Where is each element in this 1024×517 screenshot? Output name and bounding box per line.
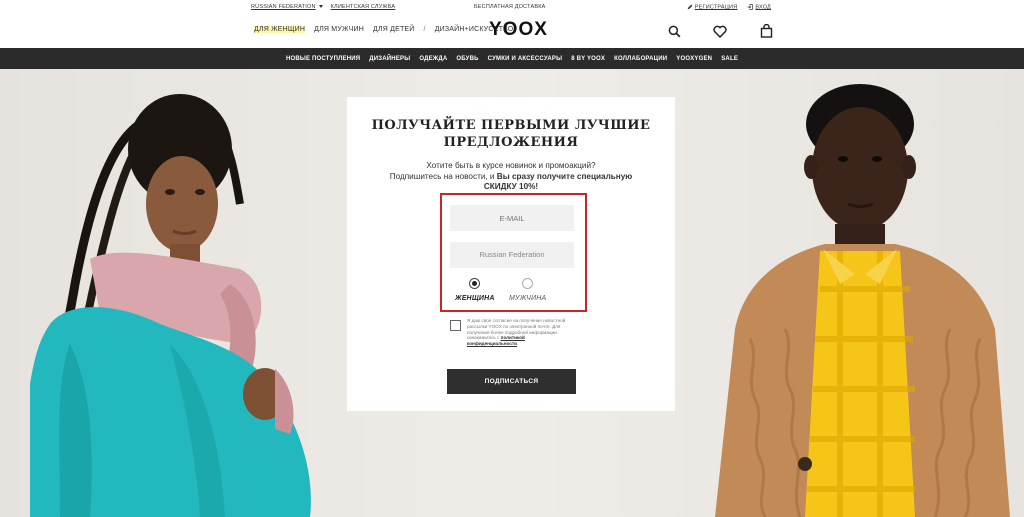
customer-service-link[interactable]: КЛИЕНТСКАЯ СЛУЖБА	[331, 4, 396, 10]
discount-text: СКИДКУ 10%!	[483, 182, 539, 191]
email-input[interactable]	[450, 205, 574, 231]
register-link[interactable]: РЕГИСТРАЦИЯ	[687, 4, 738, 10]
newsletter-subtitle: Хотите быть в курсе новинок и промоакций…	[347, 161, 675, 193]
newsletter-subtitle-line-2: Подпишитесь на новости, и Вы сразу получ…	[347, 172, 675, 183]
gender-nav: ДЛЯ ЖЕНЩИН ДЛЯ МУЖЧИН ДЛЯ ДЕТЕЙ / ДИЗАЙН…	[254, 26, 513, 33]
subscribe-button[interactable]: ПОДПИСАТЬСЯ	[447, 369, 576, 394]
model-woman-image	[30, 94, 311, 517]
consent-checkbox[interactable]	[450, 320, 461, 331]
pencil-icon	[687, 4, 693, 10]
gender-nav-women[interactable]: ДЛЯ ЖЕНЩИН	[254, 26, 306, 33]
newsletter-subtitle-line-1: Хотите быть в курсе новинок и промоакций…	[426, 161, 596, 170]
gender-women-label: ЖЕНЩИНА	[455, 295, 495, 302]
utility-left: RUSSIAN FEDERATION КЛИЕНТСКАЯ СЛУЖБА	[251, 4, 395, 10]
newsletter-subtitle-bold: Вы сразу получите специальную	[496, 171, 633, 181]
gender-men-label: МУЖЧИНА	[509, 295, 547, 302]
category-bags-accessories[interactable]: СУМКИ И АКСЕССУАРЫ	[488, 56, 563, 62]
radio-unchecked-icon[interactable]	[522, 278, 534, 289]
register-label: РЕГИСТРАЦИЯ	[694, 4, 738, 11]
login-link[interactable]: ВХОД	[747, 4, 771, 10]
radio-dot	[472, 281, 478, 286]
shopping-bag-icon[interactable]	[759, 24, 773, 38]
gender-nav-men[interactable]: ДЛЯ МУЖЧИН	[314, 26, 364, 33]
main-header: ДЛЯ ЖЕНЩИН ДЛЯ МУЖЧИН ДЛЯ ДЕТЕЙ / ДИЗАЙН…	[0, 14, 1024, 48]
chevron-down-icon	[318, 5, 323, 9]
radio-checked-icon[interactable]	[469, 278, 481, 289]
login-label: ВХОД	[755, 4, 771, 11]
login-icon	[747, 4, 754, 10]
country-selector-label: RUSSIAN FEDERATION	[251, 4, 316, 10]
search-icon[interactable]	[667, 24, 681, 38]
consent-text-end: .	[517, 341, 519, 347]
header-icons	[667, 24, 773, 38]
heart-icon[interactable]	[713, 24, 727, 38]
category-yooxygen[interactable]: YOOXYGEN	[676, 56, 712, 62]
gender-radio-men[interactable]: МУЖЧИНА	[509, 278, 546, 302]
category-nav: НОВЫЕ ПОСТУПЛЕНИЯ ДИЗАЙНЕРЫ ОДЕЖДА ОБУВЬ…	[0, 48, 1024, 69]
category-collaborations[interactable]: КОЛЛАБОРАЦИИ	[614, 56, 667, 62]
category-new-arrivals[interactable]: НОВЫЕ ПОСТУПЛЕНИЯ	[286, 56, 360, 62]
nav-separator: /	[423, 26, 426, 33]
newsletter-title-line-1: ПОЛУЧАЙТЕ ПЕРВЫМИ ЛУЧШИЕ	[371, 118, 651, 133]
newsletter-title-line-2: ПРЕДЛОЖЕНИЯ	[443, 135, 579, 150]
category-8-by-yoox[interactable]: 8 BY YOOX	[571, 56, 605, 62]
category-clothing[interactable]: ОДЕЖДА	[419, 56, 447, 62]
newsletter-title: ПОЛУЧАЙТЕ ПЕРВЫМИ ЛУЧШИЕ ПРЕДЛОЖЕНИЯ	[347, 117, 675, 151]
country-selector[interactable]: RUSSIAN FEDERATION	[251, 4, 323, 10]
category-designers[interactable]: ДИЗАЙНЕРЫ	[369, 56, 410, 62]
newsletter-subtitle-regular: Подпишитесь на новости, и	[389, 171, 497, 181]
utility-bar: RUSSIAN FEDERATION КЛИЕНТСКАЯ СЛУЖБА БЕС…	[0, 0, 1024, 14]
free-delivery-text[interactable]: БЕСПЛАТНАЯ ДОСТАВКА	[474, 4, 546, 10]
gender-nav-kids[interactable]: ДЛЯ ДЕТЕЙ	[373, 26, 415, 33]
yoox-logo[interactable]: YOOX	[489, 19, 548, 41]
country-select[interactable]: Russian Federation	[450, 242, 574, 268]
model-man-image	[715, 84, 1010, 517]
category-sale[interactable]: SALE	[721, 56, 738, 62]
utility-right: РЕГИСТРАЦИЯ ВХОД	[687, 4, 771, 10]
category-shoes[interactable]: ОБУВЬ	[456, 56, 478, 62]
gender-radio-women[interactable]: ЖЕНЩИНА	[455, 278, 495, 302]
consent-text: Я даю свое согласие на получение новостн…	[467, 318, 567, 347]
